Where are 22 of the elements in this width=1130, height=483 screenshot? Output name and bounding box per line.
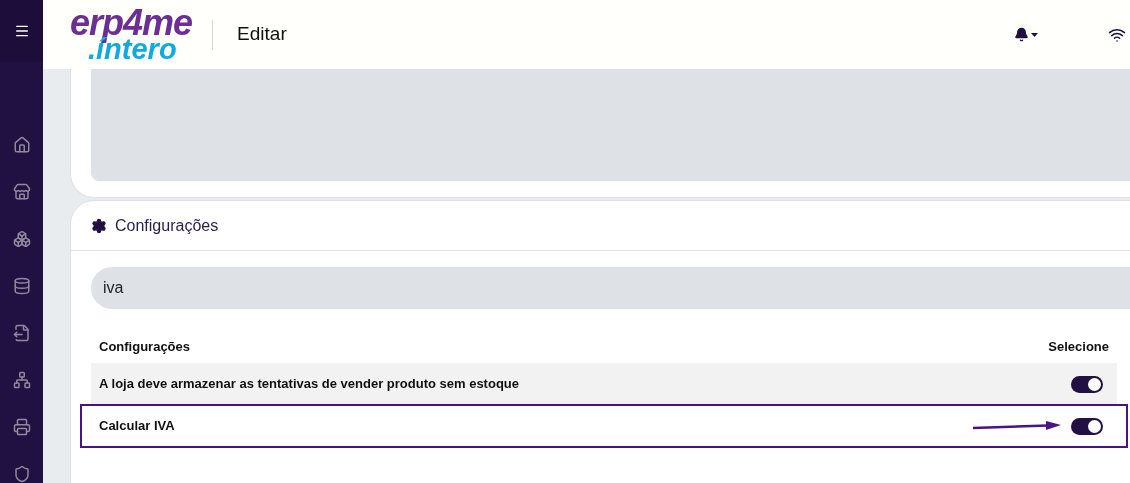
bell-icon	[1014, 27, 1029, 42]
setting-label: A loja deve armazenar as tentativas de vender produto sem estoque	[99, 375, 519, 394]
printer-icon[interactable]	[12, 418, 31, 436]
menu-icon[interactable]	[13, 23, 30, 39]
home-icon[interactable]	[12, 136, 31, 154]
network-icon[interactable]	[12, 371, 31, 389]
toggle-switch[interactable]	[1071, 375, 1103, 393]
notifications-button[interactable]	[1014, 27, 1038, 42]
column-header: Selecione	[1048, 338, 1109, 357]
section-title: Configurações	[115, 215, 219, 236]
boxes-icon[interactable]	[12, 230, 31, 248]
shield-icon[interactable]	[12, 465, 31, 483]
search-field[interactable]: iva	[91, 267, 1130, 309]
toggle-switch[interactable]	[1071, 417, 1103, 435]
export-icon[interactable]	[12, 324, 31, 342]
gear-icon	[91, 217, 107, 234]
page-title: Editar	[237, 22, 287, 47]
caret-icon	[1031, 32, 1038, 37]
column-header: Configurações	[99, 338, 190, 357]
setting-label: Calcular IVA	[99, 417, 175, 436]
store-icon[interactable]	[12, 183, 31, 201]
database-icon[interactable]	[12, 277, 31, 295]
